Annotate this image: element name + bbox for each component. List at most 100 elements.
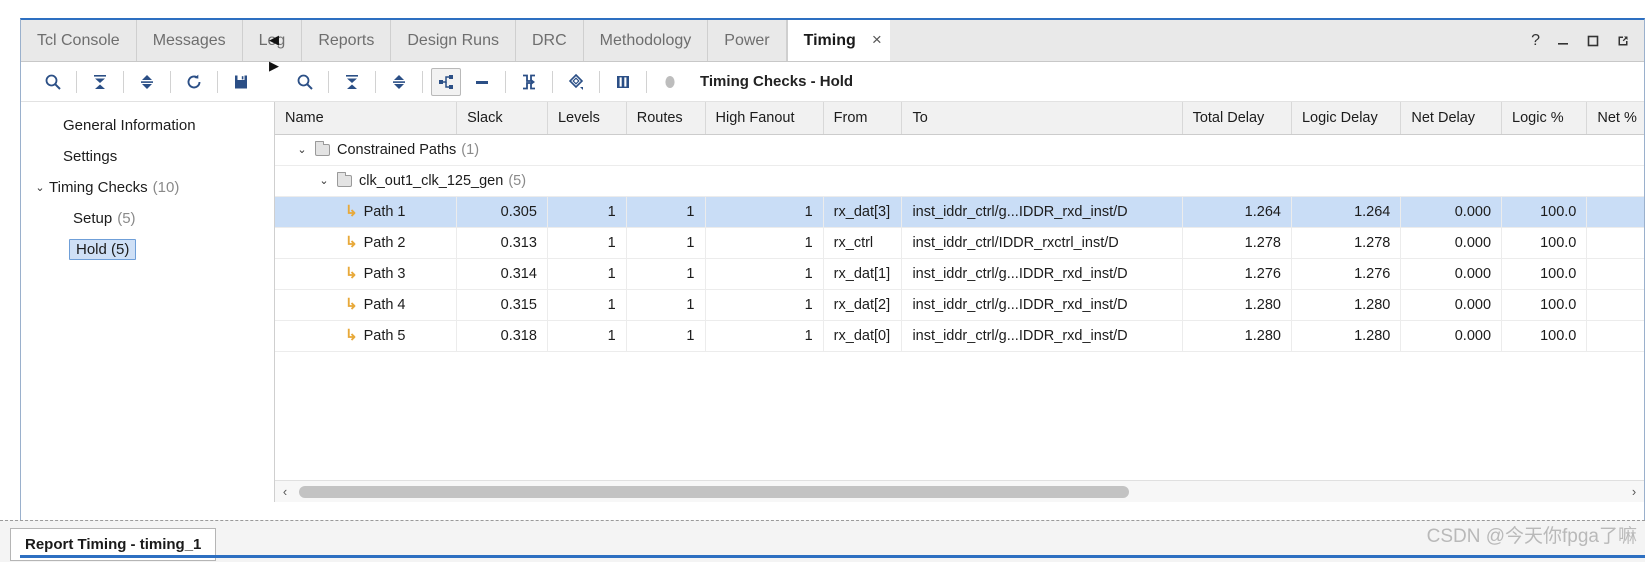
cell-net-delay: 0.000 bbox=[1400, 196, 1503, 228]
cell-logic-delay: 1.276 bbox=[1291, 258, 1402, 290]
tab-design-runs[interactable]: Design Runs bbox=[391, 20, 516, 61]
tab-tcl-console[interactable]: Tcl Console bbox=[21, 20, 137, 61]
schematic-icon[interactable] bbox=[431, 67, 461, 96]
sidebar-item-timing-checks[interactable]: ⌄ Timing Checks (10) bbox=[21, 172, 274, 203]
scrollbar-thumb[interactable] bbox=[299, 485, 1129, 498]
toolbar-divider bbox=[505, 70, 506, 93]
tab-messages[interactable]: Messages bbox=[137, 20, 243, 61]
column-header-to[interactable]: To bbox=[901, 102, 1183, 135]
diamond-icon[interactable] bbox=[558, 66, 594, 98]
search-icon[interactable] bbox=[35, 66, 71, 98]
panel-splitter[interactable]: ◀ ▶ bbox=[264, 22, 284, 108]
cell-logic-delay: 1.264 bbox=[1291, 196, 1402, 228]
path-icon[interactable] bbox=[511, 66, 547, 98]
path-label: Path 4 bbox=[363, 296, 406, 313]
column-header-name[interactable]: Name bbox=[275, 102, 458, 135]
tab-label: Messages bbox=[152, 31, 226, 49]
cell-routes: 1 bbox=[626, 289, 706, 321]
sidebar-item-settings[interactable]: Settings bbox=[21, 141, 274, 172]
column-header-net-pct[interactable]: Net % bbox=[1586, 102, 1644, 135]
table-row[interactable]: ↳ Path 5 0.318 1 1 1 rx_dat[0] inst_iddr… bbox=[275, 320, 1644, 352]
circle-icon[interactable] bbox=[652, 66, 688, 98]
column-header-logic-pct[interactable]: Logic % bbox=[1501, 102, 1588, 135]
window-controls: ? bbox=[1521, 20, 1644, 61]
expand-all-icon[interactable] bbox=[381, 66, 417, 98]
cell-logic-pct: 100.0 bbox=[1501, 258, 1588, 290]
scroll-right-icon[interactable]: › bbox=[1624, 484, 1644, 499]
search-icon[interactable] bbox=[287, 66, 323, 98]
cell-slack: 0.314 bbox=[456, 258, 548, 290]
maximize-icon[interactable] bbox=[1586, 34, 1600, 48]
scrollbar-track[interactable] bbox=[295, 481, 1624, 503]
chevron-down-icon[interactable]: ⌄ bbox=[315, 174, 333, 187]
table-group-row[interactable]: ⌄ clk_out1_clk_125_gen (5) bbox=[275, 165, 1644, 197]
float-window-icon[interactable] bbox=[1616, 34, 1630, 48]
chevron-down-icon[interactable]: ⌄ bbox=[293, 143, 311, 156]
table-row[interactable]: ↳ Path 1 0.305 1 1 1 rx_dat[3] inst_iddr… bbox=[275, 196, 1644, 228]
tab-methodology[interactable]: Methodology bbox=[584, 20, 709, 61]
collapse-all-icon[interactable] bbox=[334, 66, 370, 98]
refresh-icon[interactable] bbox=[176, 66, 212, 98]
sidebar-item-hold[interactable]: Hold (5) bbox=[21, 234, 274, 265]
cell-logic-pct: 100.0 bbox=[1501, 320, 1588, 352]
cell-slack: 0.313 bbox=[456, 227, 548, 259]
column-header-slack[interactable]: Slack bbox=[456, 102, 548, 135]
tab-timing[interactable]: Timing bbox=[786, 20, 864, 61]
toolbar-right-group bbox=[287, 66, 688, 98]
cell-net-pct: 0.0 bbox=[1586, 196, 1644, 228]
path-arrow-icon: ↳ bbox=[345, 296, 358, 313]
toolbar-divider bbox=[646, 70, 647, 93]
expand-right-icon[interactable]: ▶ bbox=[269, 59, 279, 72]
sidebar-item-general-information[interactable]: General Information bbox=[21, 110, 274, 141]
column-header-levels[interactable]: Levels bbox=[547, 102, 627, 135]
path-arrow-icon: ↳ bbox=[345, 234, 358, 251]
minimize-icon[interactable] bbox=[1556, 34, 1570, 48]
content-area: General Information Settings ⌄ Timing Ch… bbox=[21, 102, 1644, 502]
close-icon[interactable]: × bbox=[863, 20, 890, 61]
column-header-logic-delay[interactable]: Logic Delay bbox=[1291, 102, 1402, 135]
path-arrow-icon: ↳ bbox=[345, 203, 358, 220]
bottom-dock: Report Timing - timing_1 CSDN @今天你fpga了嘛 bbox=[0, 520, 1645, 562]
sidebar-item-count: (10) bbox=[152, 179, 180, 196]
collapse-left-icon[interactable]: ◀ bbox=[269, 33, 279, 46]
cell-high-fanout: 1 bbox=[705, 258, 824, 290]
tab-reports[interactable]: Reports bbox=[302, 20, 392, 61]
tab-drc[interactable]: DRC bbox=[516, 20, 584, 61]
expand-all-icon[interactable] bbox=[129, 66, 165, 98]
cell-logic-delay: 1.280 bbox=[1291, 289, 1402, 321]
collapse-all-icon[interactable] bbox=[82, 66, 118, 98]
minus-icon[interactable] bbox=[464, 66, 500, 98]
cell-levels: 1 bbox=[547, 196, 627, 228]
cell-net-delay: 0.000 bbox=[1400, 289, 1503, 321]
sidebar-item-setup[interactable]: Setup (5) bbox=[21, 203, 274, 234]
toolbar-left-group bbox=[35, 66, 259, 98]
table-group-row[interactable]: ⌄ Constrained Paths (1) bbox=[275, 134, 1644, 166]
cell-logic-delay: 1.280 bbox=[1291, 320, 1402, 352]
toolbar-divider bbox=[76, 70, 77, 93]
column-header-from[interactable]: From bbox=[823, 102, 903, 135]
cell-to: inst_iddr_ctrl/g...IDDR_rxd_inst/D bbox=[901, 196, 1183, 228]
column-header-high-fanout[interactable]: High Fanout bbox=[705, 102, 824, 135]
save-icon[interactable] bbox=[223, 66, 259, 98]
cell-to: inst_iddr_ctrl/IDDR_rxctrl_inst/D bbox=[901, 227, 1183, 259]
column-header-net-delay[interactable]: Net Delay bbox=[1400, 102, 1503, 135]
tab-label: Tcl Console bbox=[37, 31, 120, 49]
horizontal-scrollbar[interactable]: ‹ › bbox=[275, 480, 1644, 502]
column-header-routes[interactable]: Routes bbox=[626, 102, 706, 135]
help-icon[interactable]: ? bbox=[1531, 32, 1540, 49]
table-row[interactable]: ↳ Path 3 0.314 1 1 1 rx_dat[1] inst_iddr… bbox=[275, 258, 1644, 290]
column-header-total-delay[interactable]: Total Delay bbox=[1182, 102, 1292, 135]
tab-power[interactable]: Power bbox=[708, 20, 787, 61]
cell-from: rx_dat[3] bbox=[823, 196, 903, 228]
sidebar-item-count: (5) bbox=[117, 210, 136, 227]
columns-icon[interactable] bbox=[605, 66, 641, 98]
cell-logic-delay: 1.278 bbox=[1291, 227, 1402, 259]
scroll-left-icon[interactable]: ‹ bbox=[275, 484, 295, 499]
table-row[interactable]: ↳ Path 4 0.315 1 1 1 rx_dat[2] inst_iddr… bbox=[275, 289, 1644, 321]
cell-high-fanout: 1 bbox=[705, 320, 824, 352]
table-row[interactable]: ↳ Path 2 0.313 1 1 1 rx_ctrl inst_iddr_c… bbox=[275, 227, 1644, 259]
chevron-down-icon[interactable]: ⌄ bbox=[31, 181, 49, 194]
cell-net-pct: 0.0 bbox=[1586, 289, 1644, 321]
path-label: Path 1 bbox=[363, 203, 406, 220]
toolbar-divider bbox=[422, 70, 423, 93]
